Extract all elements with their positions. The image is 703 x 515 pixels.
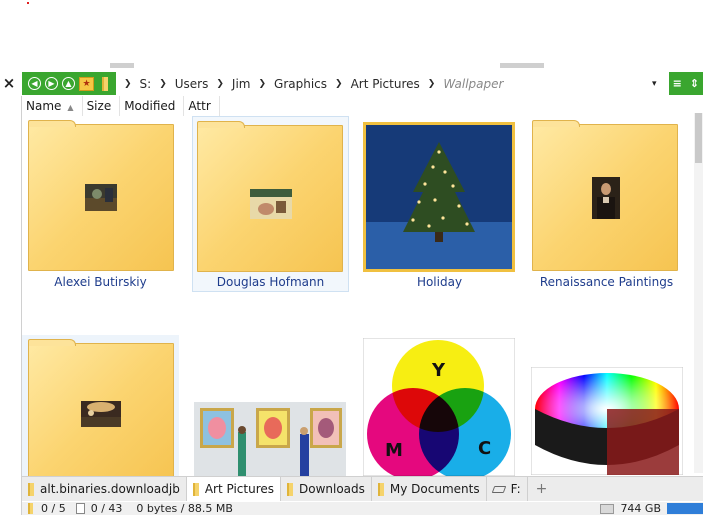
- up-icon[interactable]: ▲: [62, 77, 75, 90]
- image-tile[interactable]: [528, 366, 685, 476]
- gallery-thumbnail: [194, 402, 346, 476]
- tab-my-documents[interactable]: My Documents: [372, 477, 487, 501]
- folder-icon: [28, 503, 33, 514]
- image-tile[interactable]: [192, 400, 349, 476]
- tab-label: F:: [510, 482, 521, 496]
- file-icon: [75, 503, 85, 514]
- image-tile[interactable]: Holiday: [361, 116, 518, 292]
- top-blank-area: [0, 0, 703, 68]
- cmy-color-diagram: Y M C: [363, 338, 515, 476]
- forward-icon[interactable]: ▶: [45, 77, 58, 90]
- folder-tile[interactable]: Alexei Butirskiy: [22, 116, 179, 292]
- tab-label: My Documents: [389, 482, 480, 496]
- chevron-right-icon: ❯: [258, 78, 267, 89]
- folder-tile[interactable]: Renaissance Paintings: [528, 116, 685, 292]
- ghost-scroll-block: [110, 63, 134, 68]
- chevron-right-icon: ❯: [159, 78, 167, 89]
- tab-drive-f[interactable]: F:: [487, 477, 528, 501]
- chevron-right-icon: ❯: [335, 78, 343, 89]
- breadcrumb-current[interactable]: Wallpaper: [443, 77, 503, 91]
- vertical-scrollbar[interactable]: [694, 113, 703, 473]
- breadcrumb-bar: ◀ ▶ ▲ ★ ❯ S: ❯ Users ❯ Jim ❯ Graphics ❯ …: [22, 72, 703, 95]
- red-marker: [27, 2, 29, 4]
- file-count: 0 / 43: [90, 502, 123, 515]
- back-icon[interactable]: ◀: [28, 77, 41, 90]
- yellow-label: Y: [431, 360, 446, 381]
- filter-icon[interactable]: ≡: [673, 77, 682, 90]
- close-pane-button[interactable]: ×: [0, 70, 18, 96]
- breadcrumb[interactable]: ❯ S: ❯ Users ❯ Jim ❯ Graphics ❯ Art Pict…: [116, 72, 669, 95]
- status-bar: 0 / 5 0 / 43 0 bytes / 88.5 MB 744 GB: [22, 502, 703, 515]
- sort-ascending-icon: ▲: [67, 103, 74, 112]
- column-header-name[interactable]: Name ▲: [22, 96, 83, 116]
- column-headers: Name ▲ Size Modified Attr: [22, 96, 692, 116]
- chevron-right-icon: ❯: [427, 78, 436, 89]
- sort-icon[interactable]: ⇕: [690, 77, 699, 90]
- painting-thumbnail: [250, 189, 292, 219]
- breadcrumb-item[interactable]: Users: [175, 77, 209, 91]
- folder-icon: [377, 482, 384, 496]
- column-header-modified[interactable]: Modified: [120, 96, 185, 116]
- item-label: Douglas Hofmann: [216, 275, 325, 289]
- drive-icon: [491, 485, 506, 493]
- color-wheel-3d-thumbnail: [531, 367, 683, 475]
- folder-icon: [28, 120, 174, 271]
- folder-count: 0 / 5: [41, 502, 66, 515]
- painting-thumbnail: [85, 184, 117, 211]
- image-tile[interactable]: Y M C: [361, 337, 518, 476]
- christmas-tree-thumbnail: [363, 122, 515, 272]
- breadcrumb-item[interactable]: S:: [140, 77, 152, 91]
- drive-info: 744 GB: [600, 502, 703, 515]
- drive-icon: [600, 503, 615, 514]
- folder-tabs: alt.binaries.downloadjb Art Pictures Dow…: [22, 476, 703, 501]
- folder-icon: [28, 482, 34, 496]
- portrait-thumbnail: [592, 177, 620, 219]
- column-header-size[interactable]: Size: [83, 96, 121, 116]
- ghost-scroll-block: [500, 63, 544, 68]
- folder-icon: [532, 120, 678, 271]
- breadcrumb-tools: ≡ ⇕: [668, 72, 703, 95]
- scroll-thumb[interactable]: [695, 113, 702, 163]
- drive-free-space: 744 GB: [620, 502, 661, 515]
- tab-downloads[interactable]: Downloads: [281, 477, 372, 501]
- add-tab-button[interactable]: +: [528, 477, 556, 501]
- history-dropdown-icon[interactable]: ▾: [652, 79, 665, 89]
- folder-icon: [192, 482, 199, 496]
- item-label: Alexei Butirskiy: [54, 275, 147, 289]
- breadcrumb-item[interactable]: Graphics: [274, 77, 327, 91]
- tab-label: Art Pictures: [204, 482, 274, 496]
- folder-icon: [287, 482, 293, 496]
- column-header-attr[interactable]: Attr: [184, 96, 220, 116]
- folder-icon: [28, 339, 174, 483]
- magenta-label: M: [385, 440, 403, 461]
- left-rail: [0, 96, 22, 515]
- folder-icon: [102, 76, 108, 91]
- selection-size: 0 bytes / 88.5 MB: [136, 502, 233, 515]
- cyan-label: C: [478, 438, 491, 459]
- tab-label: alt.binaries.downloadjb: [40, 482, 180, 496]
- tab-alt-binaries[interactable]: alt.binaries.downloadjb: [22, 477, 187, 501]
- item-label: Renaissance Paintings: [539, 275, 674, 289]
- tab-art-pictures[interactable]: Art Pictures: [186, 477, 281, 501]
- chevron-right-icon: ❯: [124, 78, 132, 89]
- drive-usage-meter: [667, 503, 703, 514]
- item-label: Holiday: [416, 275, 463, 289]
- folder-tile-selected[interactable]: Douglas Hofmann: [192, 116, 349, 292]
- painting-thumbnail: [81, 401, 121, 427]
- folder-tile[interactable]: [22, 335, 179, 483]
- tab-label: Downloads: [299, 482, 365, 496]
- chevron-right-icon: ❯: [216, 78, 224, 89]
- folder-icon: [197, 121, 343, 272]
- breadcrumb-item[interactable]: Art Pictures: [351, 77, 420, 91]
- breadcrumb-item[interactable]: Jim: [232, 77, 251, 91]
- column-label: Name: [26, 99, 62, 113]
- star-folder-icon[interactable]: ★: [79, 76, 94, 91]
